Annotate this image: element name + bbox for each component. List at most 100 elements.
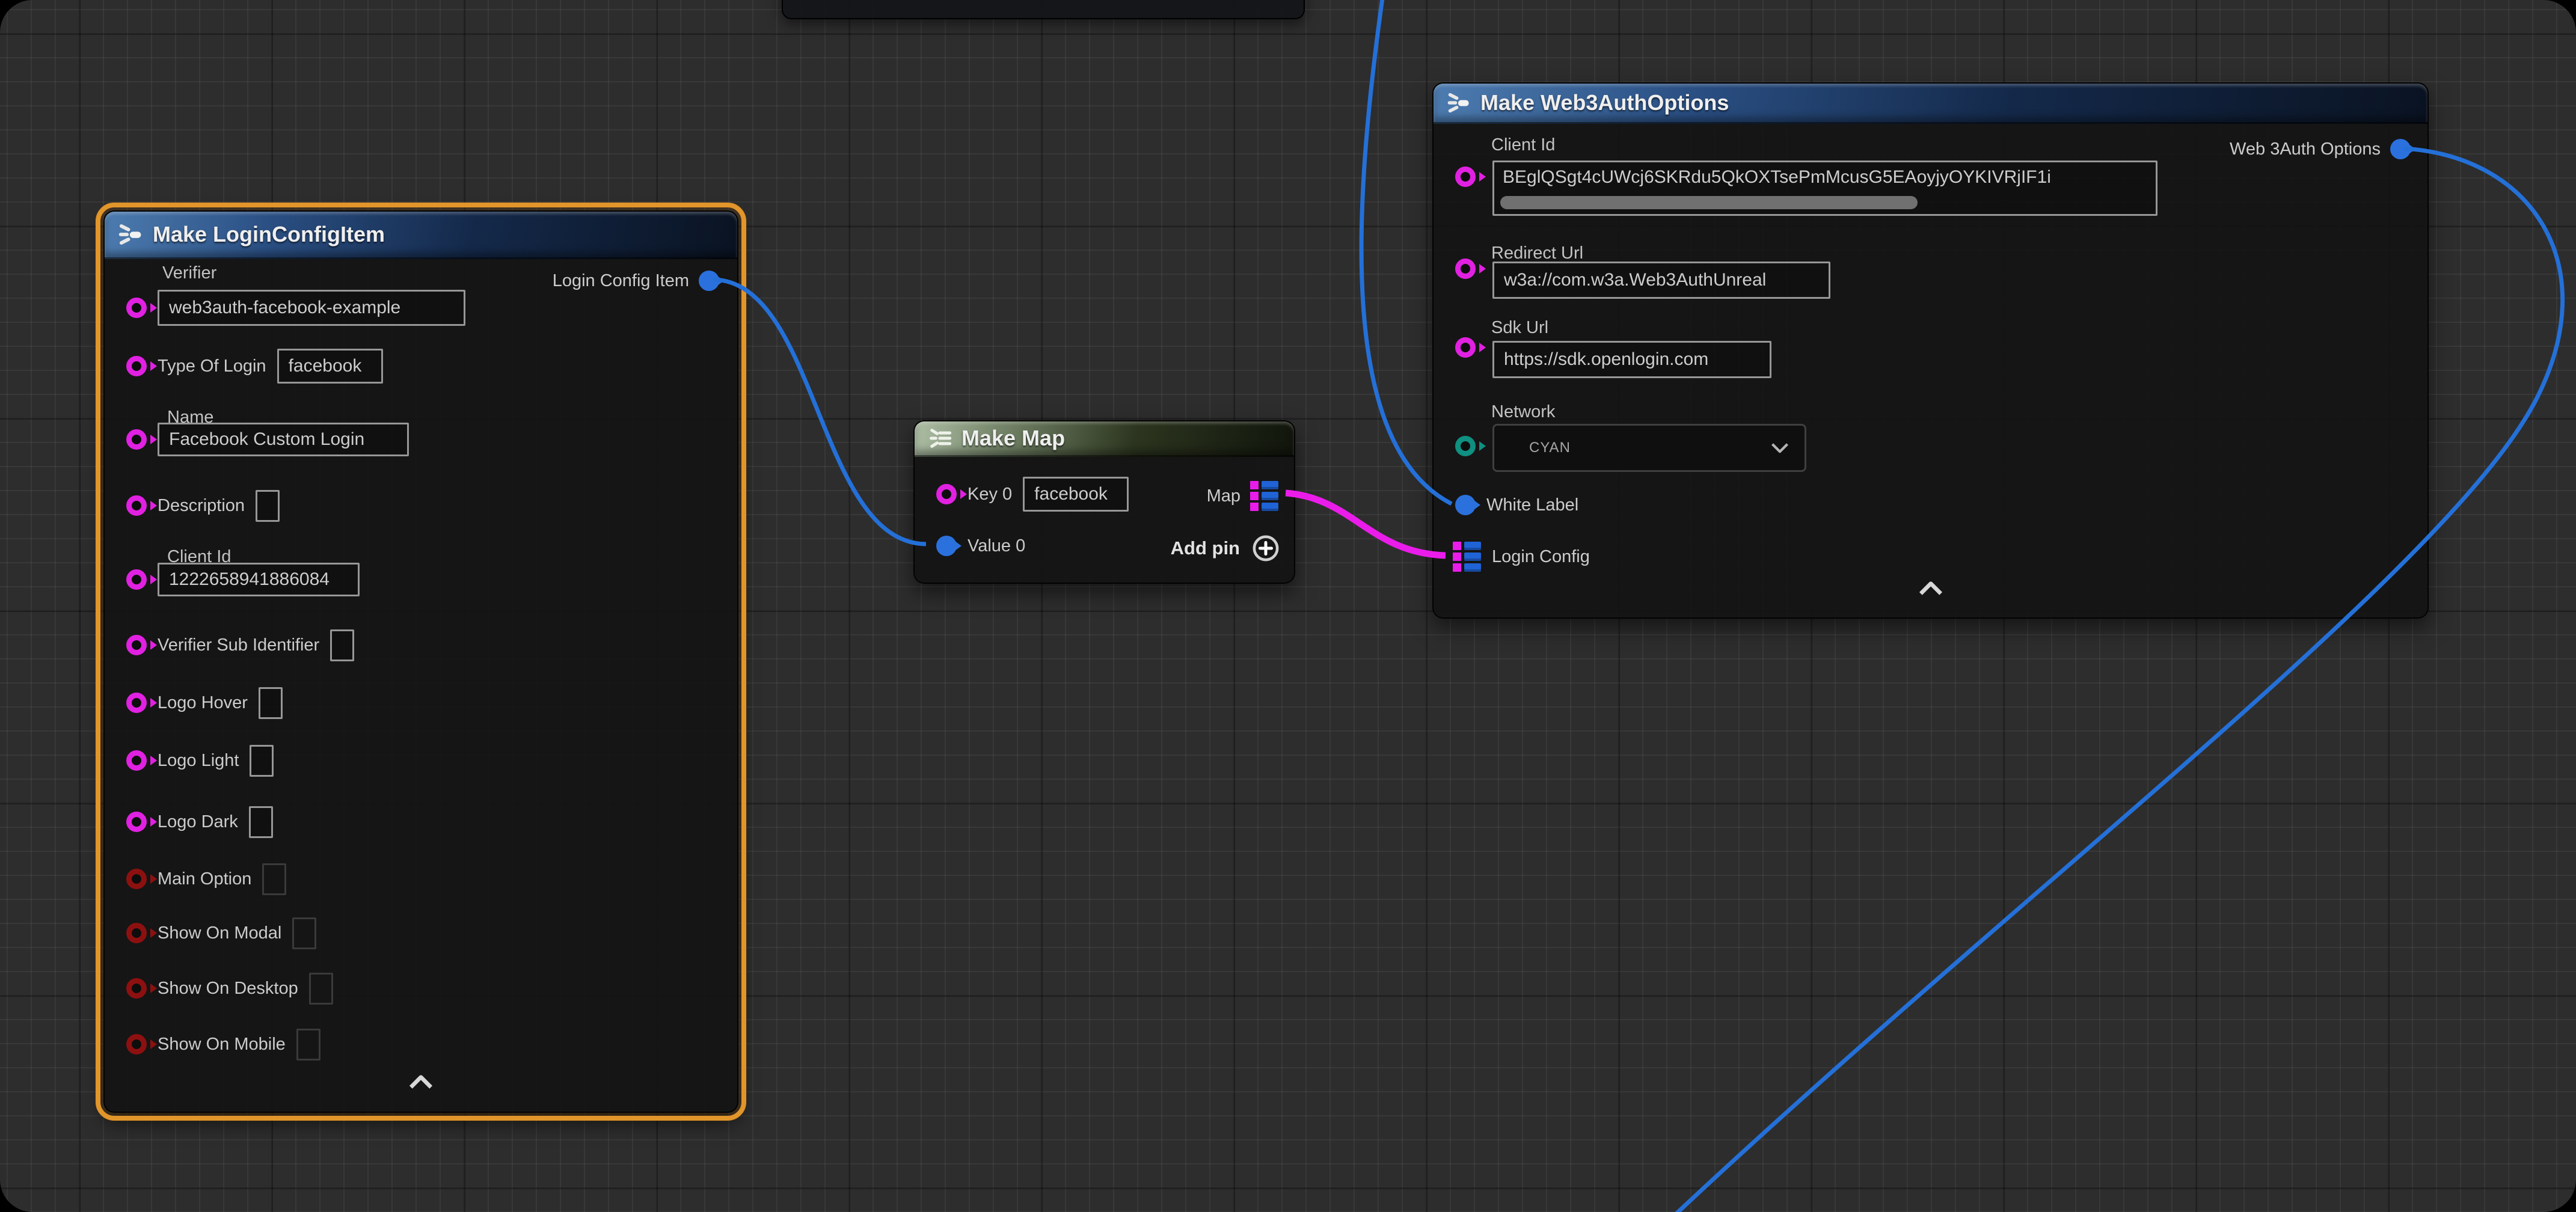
field-label: Main Option: [158, 869, 251, 889]
show-on-desktop-checkbox[interactable]: [309, 973, 333, 1005]
output-pin-label: Web 3Auth Options: [2230, 139, 2381, 159]
redirect-url-pin[interactable]: [1455, 259, 1476, 279]
collapse-node-chevron-icon[interactable]: [1919, 581, 1943, 599]
field-label: Key 0: [968, 485, 1012, 504]
show-on-mobile-checkbox[interactable]: [296, 1029, 320, 1060]
pin-row-client-id: 1222658941886084: [126, 561, 360, 598]
output-pin-label: Map: [1207, 486, 1240, 506]
pin-row-map-output: Map: [1207, 477, 1278, 515]
logo-hover-pin[interactable]: [126, 693, 147, 713]
main-option-pin[interactable]: [126, 869, 147, 889]
wire-map-to-login-config[interactable]: [1286, 493, 1446, 556]
pin-row-show-on-modal: Show On Modal: [126, 914, 316, 952]
client-id-scrollbar[interactable]: [1500, 196, 1918, 209]
value0-pin[interactable]: [936, 536, 957, 556]
make-struct-icon: [118, 222, 143, 247]
node-make-map[interactable]: Make Map Key 0 facebook Map Value 0 Add …: [913, 420, 1295, 584]
client-id-input[interactable]: 1222658941886084: [158, 563, 360, 596]
name-pin[interactable]: [126, 429, 147, 450]
collapse-node-chevron-icon[interactable]: [409, 1075, 433, 1092]
network-dropdown[interactable]: CYAN: [1492, 424, 1806, 472]
type-of-login-pin[interactable]: [126, 356, 147, 376]
sdk-url-input[interactable]: https://sdk.openlogin.com: [1492, 341, 1771, 378]
logo-light-pin[interactable]: [126, 750, 147, 771]
type-of-login-input[interactable]: facebook: [277, 349, 383, 384]
chevron-down-icon: [1771, 442, 1789, 453]
client-id-value: BEglQSgt4cUWcj6SKRdu5QkOXTsePmMcusG5EAoy…: [1494, 162, 2156, 188]
node-title: Make LoginConfigItem: [153, 222, 385, 247]
verifier-pin[interactable]: [126, 298, 147, 318]
field-label: Sdk Url: [1491, 318, 1548, 338]
field-label: Show On Desktop: [158, 979, 298, 999]
wire-loginconfigitem-to-value0[interactable]: [713, 280, 926, 544]
pin-row-white-label: White Label: [1455, 486, 1578, 524]
client-id-input[interactable]: BEglQSgt4cUWcj6SKRdu5QkOXTsePmMcusG5EAoy…: [1492, 161, 2157, 216]
field-label: Login Config: [1492, 547, 1590, 567]
pin-row-description: Description: [126, 487, 280, 524]
logo-dark-input[interactable]: [249, 806, 273, 838]
main-option-checkbox[interactable]: [262, 863, 286, 895]
show-on-modal-pin[interactable]: [126, 923, 147, 943]
field-label: Logo Hover: [158, 693, 248, 713]
field-label: Logo Light: [158, 751, 239, 771]
sdk-url-pin[interactable]: [1455, 337, 1476, 358]
verifier-sub-identifier-pin[interactable]: [126, 635, 147, 655]
map-output-pin[interactable]: [1250, 481, 1278, 511]
field-label: Type Of Login: [158, 357, 266, 376]
field-label: Verifier: [162, 263, 216, 283]
pin-row-name: Facebook Custom Login: [126, 421, 409, 458]
logo-dark-pin[interactable]: [126, 812, 147, 832]
pin-row-verifier: web3auth-facebook-example: [126, 289, 465, 326]
pin-row-web3auth-options-output: Web 3Auth Options: [2230, 130, 2411, 168]
field-label: Network: [1491, 402, 1555, 422]
node-make-web3authoptions[interactable]: Make Web3AuthOptions Web 3Auth Options C…: [1432, 82, 2429, 619]
node-title: Make Web3AuthOptions: [1480, 90, 1729, 115]
pin-row-show-on-mobile: Show On Mobile: [126, 1026, 320, 1063]
node-header-make-loginconfigitem[interactable]: Make LoginConfigItem: [105, 212, 737, 259]
login-config-pin[interactable]: [1453, 542, 1481, 572]
field-label: Logo Dark: [158, 812, 238, 832]
show-on-mobile-pin[interactable]: [126, 1034, 147, 1054]
pin-row-show-on-desktop: Show On Desktop: [126, 970, 333, 1007]
node-header-make-web3authoptions[interactable]: Make Web3AuthOptions: [1434, 84, 2427, 124]
make-struct-icon: [1447, 91, 1471, 115]
network-pin[interactable]: [1455, 436, 1476, 456]
field-label: Client Id: [1491, 135, 1555, 155]
field-label: White Label: [1486, 495, 1578, 515]
show-on-modal-checkbox[interactable]: [292, 917, 316, 949]
field-label: Show On Mobile: [158, 1035, 286, 1054]
offscreen-node-fragment[interactable]: [782, 0, 1305, 19]
pin-row-value0: Value 0: [936, 527, 1025, 565]
pin-row-login-config-item-output: Login Config Item: [553, 262, 719, 299]
add-pin-button[interactable]: Add pin: [1171, 534, 1280, 562]
output-pin-label: Login Config Item: [553, 271, 689, 291]
make-map-icon: [928, 426, 952, 450]
pin-row-verifier-sub-identifier: Verifier Sub Identifier: [126, 626, 354, 664]
network-selected-value: CYAN: [1529, 439, 1571, 456]
show-on-desktop-pin[interactable]: [126, 978, 147, 999]
white-label-pin[interactable]: [1455, 495, 1476, 515]
node-make-loginconfigitem[interactable]: Make LoginConfigItem Login Config Item V…: [103, 210, 738, 1113]
add-pin-label: Add pin: [1171, 537, 1240, 559]
field-label: Redirect Url: [1491, 243, 1583, 263]
verifier-input[interactable]: web3auth-facebook-example: [158, 290, 465, 326]
name-input[interactable]: Facebook Custom Login: [158, 423, 409, 456]
description-input[interactable]: [256, 490, 280, 522]
key0-pin[interactable]: [936, 484, 957, 504]
client-id-pin[interactable]: [126, 569, 147, 590]
verifier-sub-identifier-input[interactable]: [330, 629, 354, 661]
pin-row-key0: Key 0 facebook: [936, 476, 1129, 513]
field-label: Verifier Sub Identifier: [158, 635, 319, 655]
logo-light-input[interactable]: [250, 745, 274, 777]
logo-hover-input[interactable]: [259, 687, 283, 719]
field-label: Value 0: [968, 536, 1025, 556]
pin-row-logo-dark: Logo Dark: [126, 803, 273, 840]
pin-row-main-option: Main Option: [126, 860, 286, 898]
description-pin[interactable]: [126, 495, 147, 516]
node-header-make-map[interactable]: Make Map: [915, 421, 1294, 457]
client-id-pin[interactable]: [1455, 167, 1476, 187]
blueprint-graph-canvas[interactable]: Make LoginConfigItem Login Config Item V…: [0, 0, 2576, 1212]
redirect-url-input[interactable]: w3a://com.w3a.Web3AuthUnreal: [1492, 262, 1830, 299]
pin-row-logo-hover: Logo Hover: [126, 684, 283, 721]
key0-input[interactable]: facebook: [1023, 477, 1129, 512]
